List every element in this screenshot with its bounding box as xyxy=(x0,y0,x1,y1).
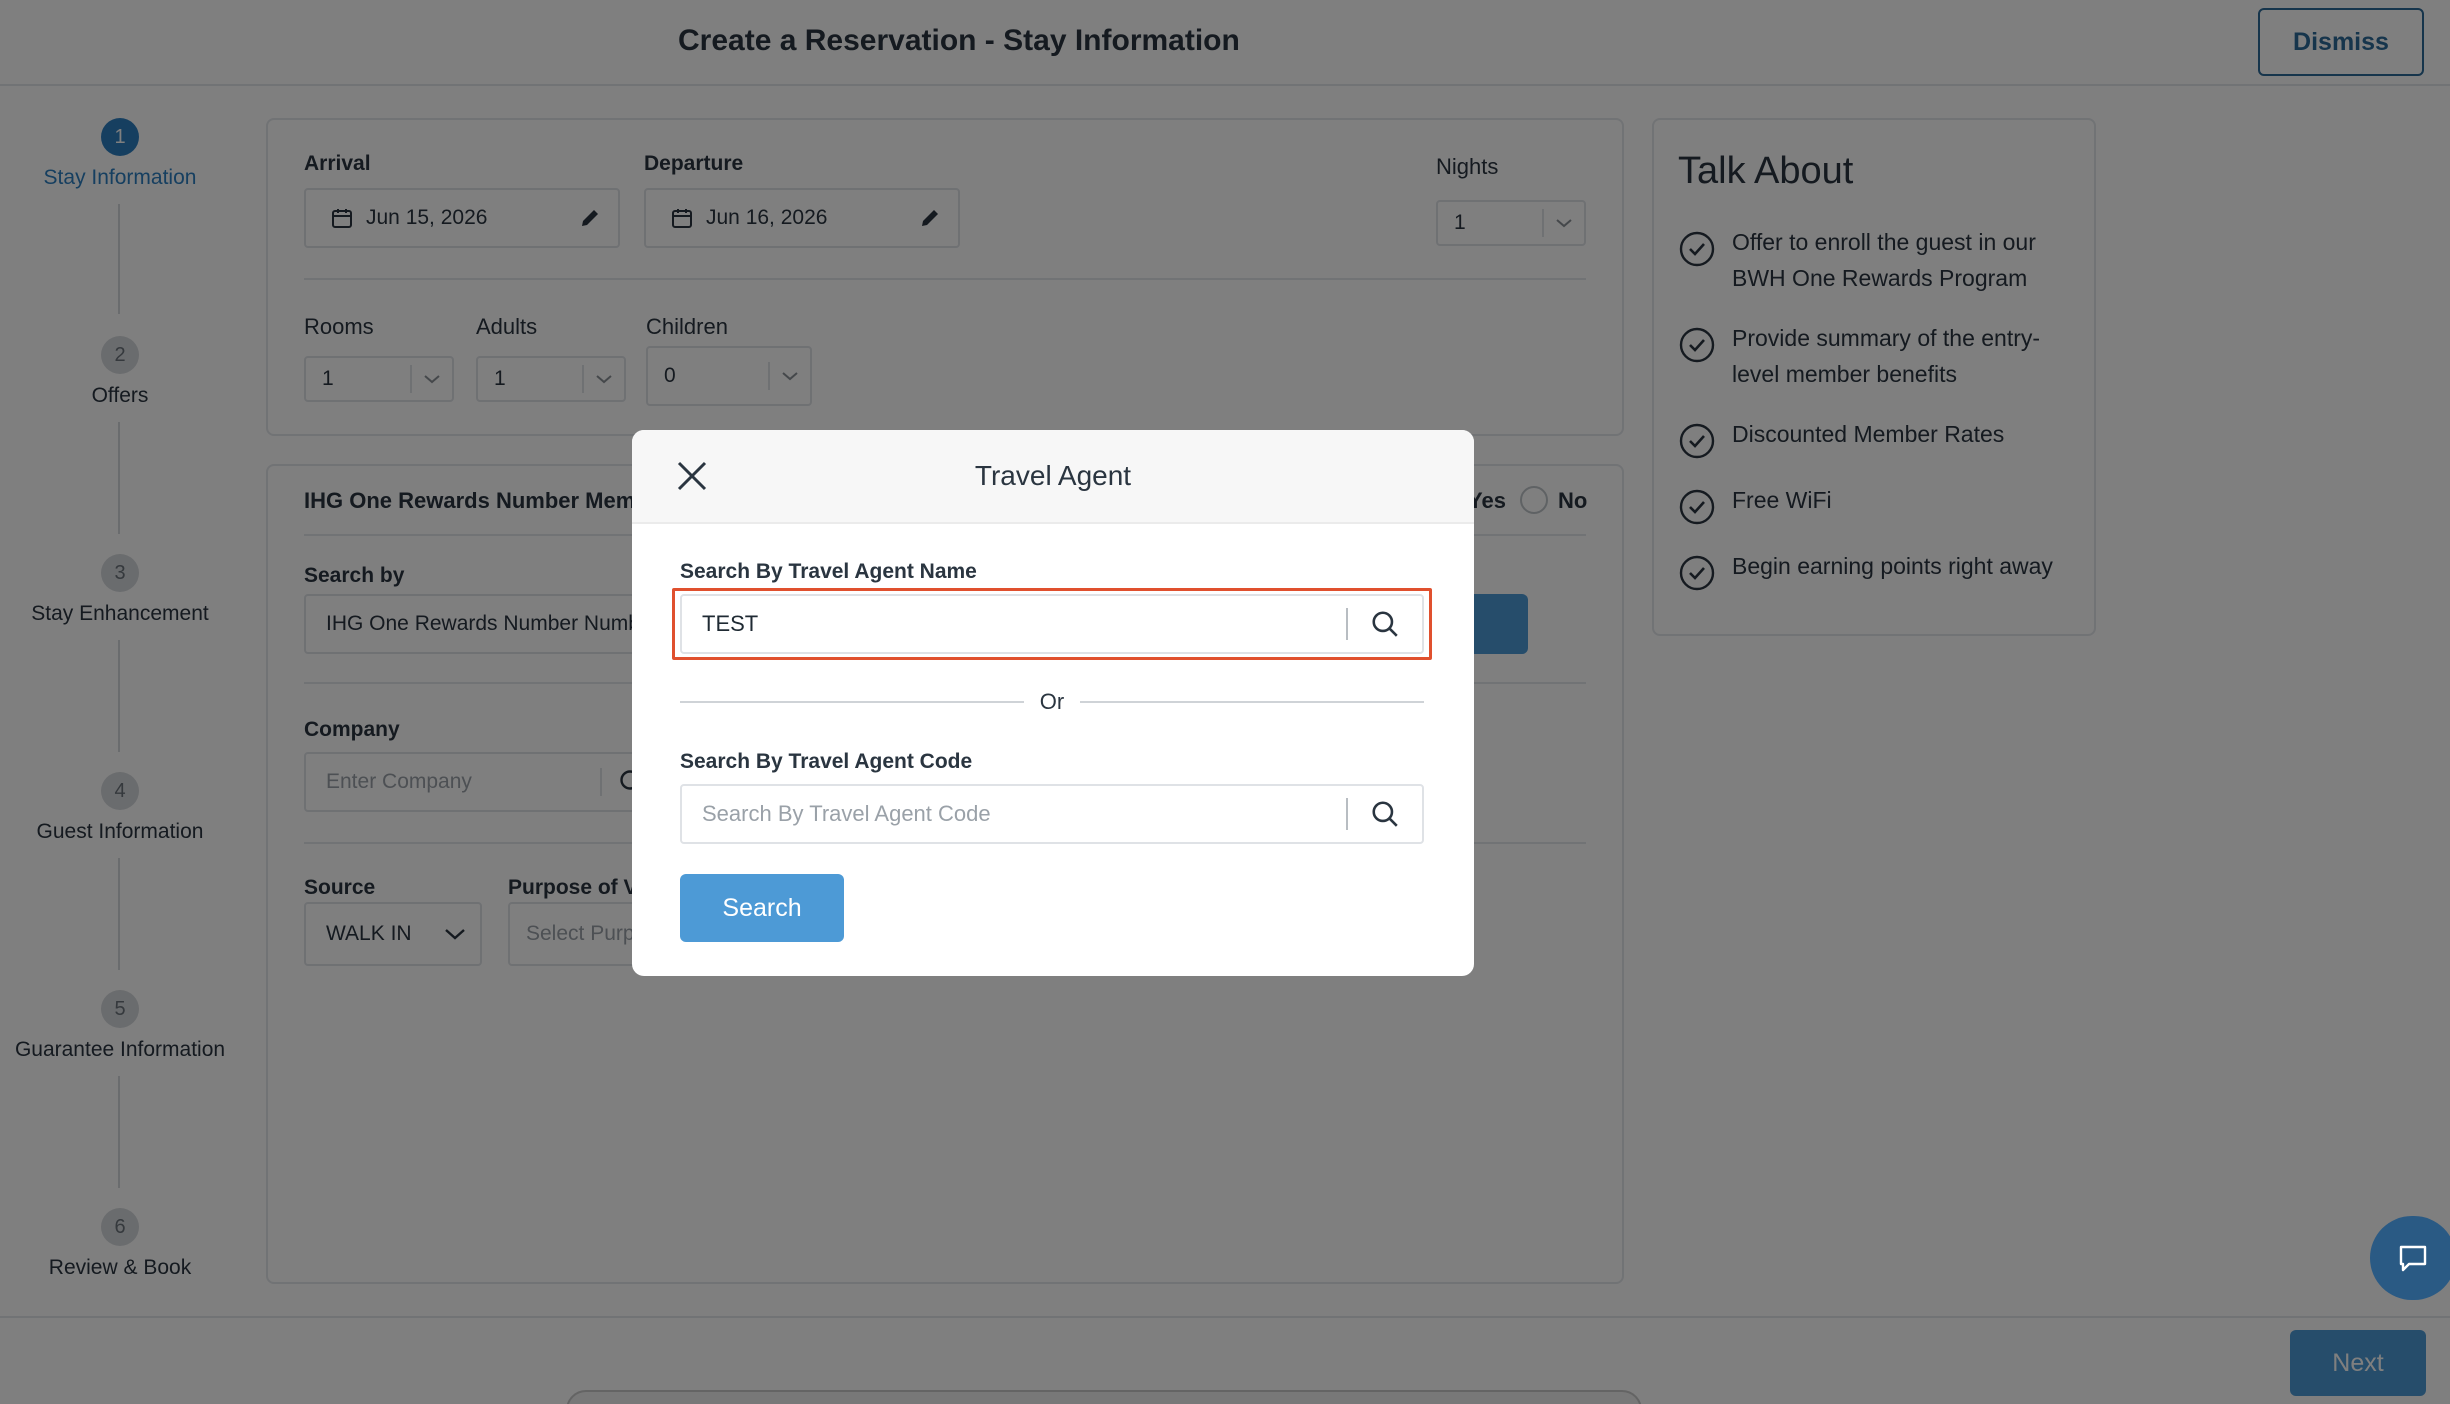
agent-name-input[interactable]: TEST xyxy=(680,594,1424,654)
modal-header: Travel Agent xyxy=(632,430,1474,524)
or-label: Or xyxy=(1039,689,1065,714)
or-separator: Or xyxy=(680,687,1425,717)
search-icon[interactable] xyxy=(1348,609,1422,639)
modal-title: Travel Agent xyxy=(974,460,1132,491)
search-button[interactable]: Search xyxy=(680,874,844,942)
divider xyxy=(1080,701,1425,703)
travel-agent-modal: Travel Agent Search By Travel Agent Name… xyxy=(632,430,1474,976)
agent-code-placeholder: Search By Travel Agent Code xyxy=(702,801,991,826)
chat-icon xyxy=(2396,1241,2430,1275)
agent-name-value: TEST xyxy=(702,611,759,636)
agent-name-label: Search By Travel Agent Name xyxy=(680,560,977,583)
search-icon[interactable] xyxy=(1348,799,1422,829)
chat-button[interactable] xyxy=(2370,1216,2450,1300)
divider xyxy=(680,701,1024,703)
agent-code-input[interactable]: Search By Travel Agent Code xyxy=(680,784,1424,844)
agent-code-label: Search By Travel Agent Code xyxy=(680,750,973,773)
